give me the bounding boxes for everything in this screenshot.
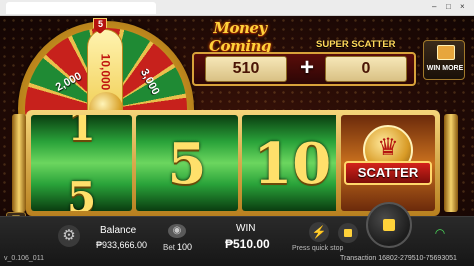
plus-icon: +	[299, 54, 314, 81]
bet-label: Bet	[163, 243, 176, 252]
wheel-segment-center-label: 10,000	[98, 53, 113, 91]
reel-2-symbol: 5	[167, 131, 207, 197]
scatter-reel-window: ♛ SCATTER	[341, 115, 435, 211]
scatter-symbol-label: SCATTER	[344, 161, 432, 185]
multiplier-left-value: 510	[205, 56, 287, 82]
win-more-label: WIN MORE	[426, 65, 464, 72]
win-value: ₱510.00	[225, 237, 270, 251]
stop-icon	[344, 229, 352, 237]
win-more-button[interactable]: WIN MORE	[423, 40, 465, 80]
gear-icon[interactable]: ⚙	[58, 225, 80, 247]
reel-3-symbol: 10	[253, 131, 332, 197]
wifi-icon: ◠	[434, 226, 446, 240]
scatter-reel: ♛ SCATTER	[336, 110, 440, 216]
spin-button[interactable]	[366, 202, 412, 248]
reel-1-symbol-bottom: 5	[67, 173, 97, 211]
reel-1: 1 5	[31, 115, 133, 211]
maximize-icon[interactable]: □	[446, 2, 451, 12]
win-label: WIN	[236, 223, 256, 234]
game-stage: 10,000 2,000 3,000 5 Money Coming SUPER …	[0, 16, 474, 216]
balance-value: ₱933,666.00	[96, 240, 148, 250]
quick-stop-label: Press quick stop	[292, 245, 344, 252]
close-icon[interactable]: ×	[460, 2, 465, 12]
coins-icon[interactable]: ◉	[168, 224, 186, 238]
browser-tab[interactable]	[6, 2, 156, 14]
reels: 1 5 5 10	[31, 115, 343, 211]
spin-stop-icon	[383, 219, 395, 231]
super-scatter-label: SUPER SCATTER	[316, 39, 396, 50]
multiplier-right-value: 0	[325, 56, 407, 82]
game-title: Money Coming	[209, 19, 271, 55]
reel-2: 5	[136, 115, 238, 211]
version-label: v_0.106_011	[4, 255, 44, 262]
lightning-icon[interactable]: ⚡	[309, 222, 329, 242]
minimize-icon[interactable]: –	[432, 2, 436, 12]
wheel-pointer-label: 5	[98, 19, 104, 29]
transaction-label: Transaction 16802-279510-75693051	[340, 255, 457, 262]
reel-frame-right-bar	[444, 114, 458, 212]
treasure-icon	[437, 45, 455, 60]
auto-spin-stop-button[interactable]	[338, 223, 358, 243]
browser-tab-bar: – □ ×	[0, 0, 474, 16]
reels-frame: 1 5 5 10	[26, 110, 348, 216]
reel-frame-left-bar	[12, 114, 26, 212]
reel-3: 10	[241, 115, 343, 211]
reel-1-symbol-top: 1	[67, 115, 96, 150]
balance-label: Balance	[100, 225, 137, 236]
bet-value[interactable]: 100	[177, 242, 192, 252]
